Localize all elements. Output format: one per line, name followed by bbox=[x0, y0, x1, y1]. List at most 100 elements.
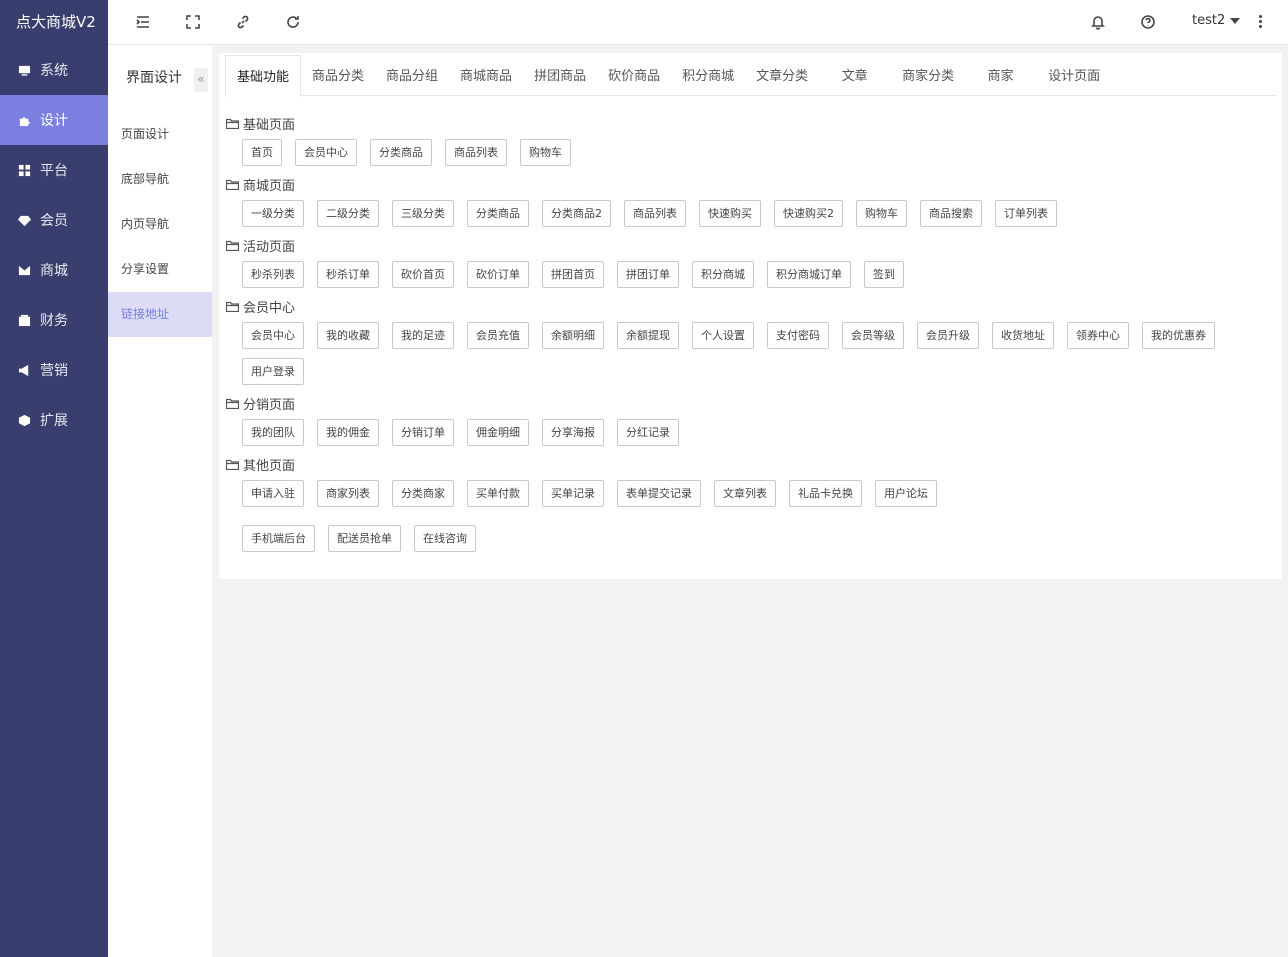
link-button[interactable]: 我的优惠券 bbox=[1142, 322, 1215, 349]
link-button[interactable]: 分类商品 bbox=[467, 200, 529, 227]
link-button[interactable]: 首页 bbox=[242, 139, 282, 166]
subnav-item-2[interactable]: 内页导航 bbox=[108, 202, 212, 247]
nav-item-5[interactable]: 财务 bbox=[0, 295, 108, 345]
link-button[interactable]: 礼品卡兑换 bbox=[789, 480, 862, 507]
nav-item-1[interactable]: 设计 bbox=[0, 95, 108, 145]
link-button[interactable]: 余额提现 bbox=[617, 322, 679, 349]
tab-11[interactable]: 设计页面 bbox=[1037, 55, 1110, 96]
subnav-item-0[interactable]: 页面设计 bbox=[108, 112, 212, 157]
link-button[interactable]: 文章列表 bbox=[714, 480, 776, 507]
link-button[interactable]: 买单付款 bbox=[467, 480, 529, 507]
link-button[interactable]: 分类商家 bbox=[392, 480, 454, 507]
link-button[interactable]: 会员中心 bbox=[242, 322, 304, 349]
nav-item-2[interactable]: 平台 bbox=[0, 145, 108, 195]
link-button[interactable]: 配送员抢单 bbox=[328, 525, 401, 552]
section-title: 会员中心 bbox=[226, 297, 295, 316]
link-button[interactable]: 二级分类 bbox=[317, 200, 379, 227]
tab-5[interactable]: 砍价商品 bbox=[597, 55, 671, 96]
link-button[interactable]: 在线咨询 bbox=[414, 525, 476, 552]
link-button[interactable]: 支付密码 bbox=[767, 322, 829, 349]
nav-item-label: 商城 bbox=[40, 263, 68, 279]
brand-logo[interactable]: 点大商城V2 bbox=[0, 0, 108, 45]
link-button[interactable]: 佣金明细 bbox=[467, 419, 529, 446]
link-button[interactable]: 会员充值 bbox=[467, 322, 529, 349]
link-button[interactable]: 我的佣金 bbox=[317, 419, 379, 446]
link-button[interactable]: 会员升级 bbox=[917, 322, 979, 349]
link-button[interactable]: 购物车 bbox=[856, 200, 907, 227]
link-button[interactable]: 我的团队 bbox=[242, 419, 304, 446]
link-button[interactable]: 表单提交记录 bbox=[617, 480, 701, 507]
nav-item-label: 设计 bbox=[40, 113, 68, 129]
link-button[interactable]: 商品列表 bbox=[624, 200, 686, 227]
link-button[interactable]: 快速购买2 bbox=[774, 200, 843, 227]
link-button[interactable]: 个人设置 bbox=[692, 322, 754, 349]
nav-item-3[interactable]: 会员 bbox=[0, 195, 108, 245]
tab-7[interactable]: 文章分类 bbox=[745, 55, 818, 96]
link-button[interactable]: 订单列表 bbox=[995, 200, 1057, 227]
link-button[interactable]: 领券中心 bbox=[1067, 322, 1129, 349]
link-button[interactable]: 一级分类 bbox=[242, 200, 304, 227]
collapse-button[interactable]: « bbox=[194, 68, 208, 92]
help-icon[interactable] bbox=[1139, 13, 1157, 31]
tab-6[interactable]: 积分商城 bbox=[671, 55, 745, 96]
menu-toggle-icon[interactable] bbox=[134, 13, 152, 31]
link-button[interactable]: 会员中心 bbox=[295, 139, 357, 166]
subnav-item-4[interactable]: 链接地址 bbox=[108, 292, 212, 337]
link-button[interactable]: 我的收藏 bbox=[317, 322, 379, 349]
link-button[interactable]: 快速购买 bbox=[699, 200, 761, 227]
mail-icon bbox=[17, 263, 31, 277]
more-vertical-icon[interactable] bbox=[1259, 15, 1263, 30]
link-button[interactable]: 分类商品2 bbox=[542, 200, 611, 227]
link-button[interactable]: 砍价首页 bbox=[392, 261, 454, 288]
link-button[interactable]: 分类商品 bbox=[370, 139, 432, 166]
bell-icon[interactable] bbox=[1089, 13, 1107, 31]
link-button[interactable]: 分红记录 bbox=[617, 419, 679, 446]
tab-1[interactable]: 商品分类 bbox=[301, 55, 375, 96]
subnav-item-3[interactable]: 分享设置 bbox=[108, 247, 212, 292]
link-button[interactable]: 购物车 bbox=[520, 139, 571, 166]
tab-3[interactable]: 商城商品 bbox=[449, 55, 523, 96]
link-button[interactable]: 分销订单 bbox=[392, 419, 454, 446]
refresh-icon[interactable] bbox=[284, 13, 302, 31]
user-menu[interactable]: test2 bbox=[1192, 13, 1241, 28]
top-bar: test2 bbox=[108, 0, 1288, 45]
tab-2[interactable]: 商品分组 bbox=[375, 55, 449, 96]
cube-icon bbox=[17, 413, 31, 427]
nav-item-7[interactable]: 扩展 bbox=[0, 395, 108, 445]
link-button[interactable]: 商品搜索 bbox=[920, 200, 982, 227]
folder-open-icon bbox=[226, 118, 243, 129]
link-button[interactable]: 分享海报 bbox=[542, 419, 604, 446]
link-button[interactable]: 签到 bbox=[864, 261, 904, 288]
link-button[interactable]: 买单记录 bbox=[542, 480, 604, 507]
tab-0[interactable]: 基础功能 bbox=[225, 55, 302, 97]
link-button[interactable]: 拼团订单 bbox=[617, 261, 679, 288]
nav-item-6[interactable]: 营销 bbox=[0, 345, 108, 395]
link-button[interactable]: 秒杀订单 bbox=[317, 261, 379, 288]
tab-9[interactable]: 商家分类 bbox=[891, 55, 964, 96]
tab-4[interactable]: 拼团商品 bbox=[523, 55, 597, 96]
link-button[interactable]: 积分商城 bbox=[692, 261, 754, 288]
link-button[interactable]: 会员等级 bbox=[842, 322, 904, 349]
subnav-item-1[interactable]: 底部导航 bbox=[108, 157, 212, 202]
nav-item-4[interactable]: 商城 bbox=[0, 245, 108, 295]
tab-10[interactable]: 商家 bbox=[964, 55, 1037, 96]
link-button[interactable]: 手机端后台 bbox=[242, 525, 315, 552]
link-button[interactable]: 三级分类 bbox=[392, 200, 454, 227]
link-button[interactable]: 余额明细 bbox=[542, 322, 604, 349]
link-button[interactable]: 收货地址 bbox=[992, 322, 1054, 349]
link-button[interactable]: 秒杀列表 bbox=[242, 261, 304, 288]
folder-open-icon bbox=[226, 398, 243, 409]
link-button[interactable]: 积分商城订单 bbox=[767, 261, 851, 288]
link-button[interactable]: 砍价订单 bbox=[467, 261, 529, 288]
link-icon[interactable] bbox=[234, 13, 252, 31]
link-button[interactable]: 用户登录 bbox=[242, 358, 304, 385]
tab-8[interactable]: 文章 bbox=[818, 55, 891, 96]
link-button[interactable]: 商品列表 bbox=[445, 139, 507, 166]
link-button[interactable]: 我的足迹 bbox=[392, 322, 454, 349]
link-button[interactable]: 用户论坛 bbox=[875, 480, 937, 507]
link-button[interactable]: 拼团首页 bbox=[542, 261, 604, 288]
link-button[interactable]: 申请入驻 bbox=[242, 480, 304, 507]
nav-item-0[interactable]: 系统 bbox=[0, 45, 108, 95]
fullscreen-icon[interactable] bbox=[184, 13, 202, 31]
link-button[interactable]: 商家列表 bbox=[317, 480, 379, 507]
